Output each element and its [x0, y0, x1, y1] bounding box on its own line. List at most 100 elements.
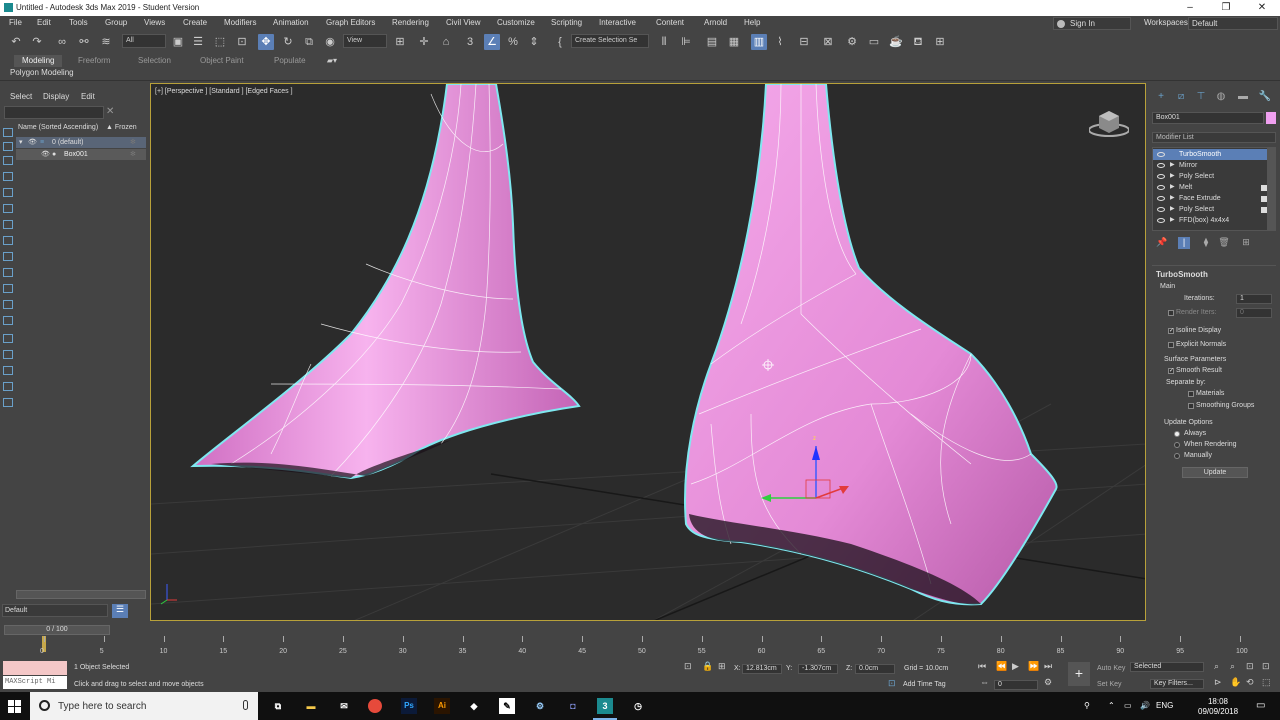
render-shortcut-icon[interactable]: ⊞ [932, 34, 948, 50]
sign-in-button[interactable]: Sign In [1053, 17, 1131, 30]
layer-explorer-icon[interactable]: ☰ [112, 604, 128, 618]
remove-modifier-icon[interactable]: 🗑 [1218, 237, 1230, 249]
menu-help[interactable]: Help [744, 18, 760, 27]
set-keys-icon[interactable]: + [1068, 662, 1090, 686]
menu-tools[interactable]: Tools [69, 18, 88, 27]
explorer-search-input[interactable] [4, 106, 104, 119]
tab-populate[interactable]: Populate [266, 55, 314, 67]
isoline-display-checkbox[interactable]: ✓ [1168, 328, 1174, 334]
keyboard-shortcut-icon[interactable]: ⌂ [438, 34, 454, 50]
menu-edit[interactable]: Edit [37, 18, 51, 27]
select-and-move-icon[interactable]: ✥ [258, 34, 274, 50]
display-all-icon[interactable] [3, 142, 13, 151]
clock-app-icon[interactable]: ◷ [630, 698, 646, 714]
expand-icon[interactable]: ▶ [1170, 182, 1175, 193]
render-production-icon[interactable]: ☕ [888, 34, 904, 50]
materials-checkbox[interactable] [1188, 391, 1194, 397]
pivot-center-icon[interactable]: ⊞ [392, 34, 408, 50]
containers-filter-icon[interactable] [3, 300, 13, 309]
tab-object-paint[interactable]: Object Paint [192, 55, 252, 67]
eye-icon[interactable] [1157, 218, 1165, 223]
modify-tab-icon[interactable]: ⧄ [1174, 91, 1188, 105]
layer-row[interactable]: ▾ 👁 ≡ 0 (default) ✻ [16, 137, 146, 148]
viewcube[interactable] [1089, 108, 1129, 138]
orbit-icon[interactable]: ⟲ [1246, 677, 1254, 688]
render-iters-checkbox[interactable] [1168, 310, 1174, 316]
3ds-max-icon[interactable]: 3 [593, 698, 617, 720]
lights-filter-icon[interactable] [3, 188, 13, 197]
space-warps-filter-icon[interactable] [3, 236, 13, 245]
shapes-filter-icon[interactable] [3, 172, 13, 181]
modifier-list-dropdown[interactable]: Modifier List [1152, 132, 1276, 143]
menu-views[interactable]: Views [144, 18, 165, 27]
xrefs-filter-icon[interactable] [3, 268, 13, 277]
motion-tab-icon[interactable]: ◍ [1214, 91, 1228, 105]
select-and-scale-icon[interactable]: ⧉ [301, 34, 317, 50]
snaps-toggle-icon[interactable]: 3 [462, 34, 478, 50]
stack-item[interactable]: ▶ Melt [1153, 182, 1267, 193]
stack-item[interactable]: ▶ Face Extrude [1153, 193, 1267, 204]
hidden-filter-icon[interactable] [3, 334, 13, 343]
x-coordinate-field[interactable]: 12.813cm [742, 664, 782, 674]
named-selection-dropdown[interactable]: Create Selection Se [571, 34, 649, 48]
illustrator-icon[interactable]: Ai [434, 698, 450, 714]
frozen-filter-icon[interactable] [3, 316, 13, 325]
geometry-filter-icon[interactable] [3, 156, 13, 165]
tab-modeling[interactable]: Modeling [14, 55, 63, 67]
stack-item[interactable]: ▶ Mirror [1153, 160, 1267, 171]
cameras-filter-icon[interactable] [3, 204, 13, 213]
discord-icon[interactable]: ◘ [565, 698, 581, 714]
isolate-selection-icon[interactable]: ⊡ [684, 661, 692, 672]
none-filter-icon[interactable] [3, 366, 13, 375]
zoom-icon[interactable]: ⌕ [1214, 661, 1219, 672]
eye-icon[interactable] [1157, 174, 1165, 179]
pan-icon[interactable]: ✋ [1230, 677, 1241, 688]
current-frame-field[interactable]: 0 [994, 680, 1038, 690]
explorer-scrollbar[interactable] [16, 590, 146, 599]
menu-rendering[interactable]: Rendering [392, 18, 429, 27]
stack-item[interactable]: ▶ Poly Select [1153, 171, 1267, 182]
maximize-viewport-icon[interactable]: ⬚ [1262, 677, 1271, 688]
stack-scrollbar[interactable] [1267, 148, 1275, 230]
show-end-result-icon[interactable]: | [1178, 237, 1190, 249]
expand-icon[interactable]: ▶ [1170, 193, 1175, 204]
ribbon-sub-label[interactable]: Polygon Modeling [10, 68, 74, 77]
menu-group[interactable]: Group [105, 18, 127, 27]
stack-item[interactable]: TurboSmooth [1153, 149, 1267, 160]
rectangular-selection-icon[interactable]: ⬚ [212, 34, 228, 50]
expand-icon[interactable]: ▾ [19, 137, 23, 148]
unity-icon[interactable]: ◆ [466, 698, 482, 714]
schematic-view-icon[interactable]: ⊟ [796, 34, 812, 50]
play-icon[interactable]: ▶ [1012, 661, 1019, 672]
photoshop-icon[interactable]: Ps [401, 698, 417, 714]
hierarchy-tab-icon[interactable]: ⊤ [1194, 91, 1208, 105]
maxscript-listener[interactable]: MAXScript Mi [3, 661, 67, 689]
notifications-icon[interactable]: ▭ [1256, 700, 1265, 711]
curve-editor-icon[interactable]: ⌇ [772, 34, 788, 50]
stack-item[interactable]: ▶ Poly Select [1153, 204, 1267, 215]
eye-icon[interactable] [1157, 185, 1165, 190]
expand-icon[interactable]: ▶ [1170, 160, 1175, 171]
perspective-viewport[interactable]: z [+] [Perspective ] [Standard ] [Edged … [150, 83, 1146, 621]
key-filters-button[interactable]: Key Filters... [1150, 679, 1204, 689]
time-tag-icon[interactable]: ⊡ [888, 678, 896, 689]
manipulate-icon[interactable]: ✛ [416, 34, 432, 50]
freeze-icon[interactable]: ✻ [130, 149, 136, 160]
steam-icon[interactable]: ⚙ [532, 698, 548, 714]
zoom-extents-all-icon[interactable]: ⊡ [1262, 661, 1270, 672]
time-slider[interactable]: 0 / 100 [0, 624, 1280, 636]
workspace-dropdown[interactable]: Default [1188, 17, 1278, 30]
expand-icon[interactable]: ▶ [1170, 171, 1175, 182]
show-hidden-icons-icon[interactable]: ⌃ [1108, 701, 1115, 710]
maximize-button[interactable]: ❐ [1208, 0, 1244, 16]
manually-radio[interactable] [1174, 453, 1180, 459]
toggle-scene-explorer-icon[interactable]: ▤ [704, 34, 720, 50]
menu-customize[interactable]: Customize [497, 18, 535, 27]
menu-file[interactable]: File [9, 18, 22, 27]
mail-icon[interactable]: ✉ [336, 698, 352, 714]
notes-icon[interactable]: ✎ [499, 698, 515, 714]
invert-filter-icon[interactable] [3, 382, 13, 391]
reference-coordinate-dropdown[interactable]: View [343, 34, 387, 48]
close-button[interactable]: ✕ [1244, 0, 1280, 16]
freeze-icon[interactable]: ✻ [130, 137, 136, 148]
